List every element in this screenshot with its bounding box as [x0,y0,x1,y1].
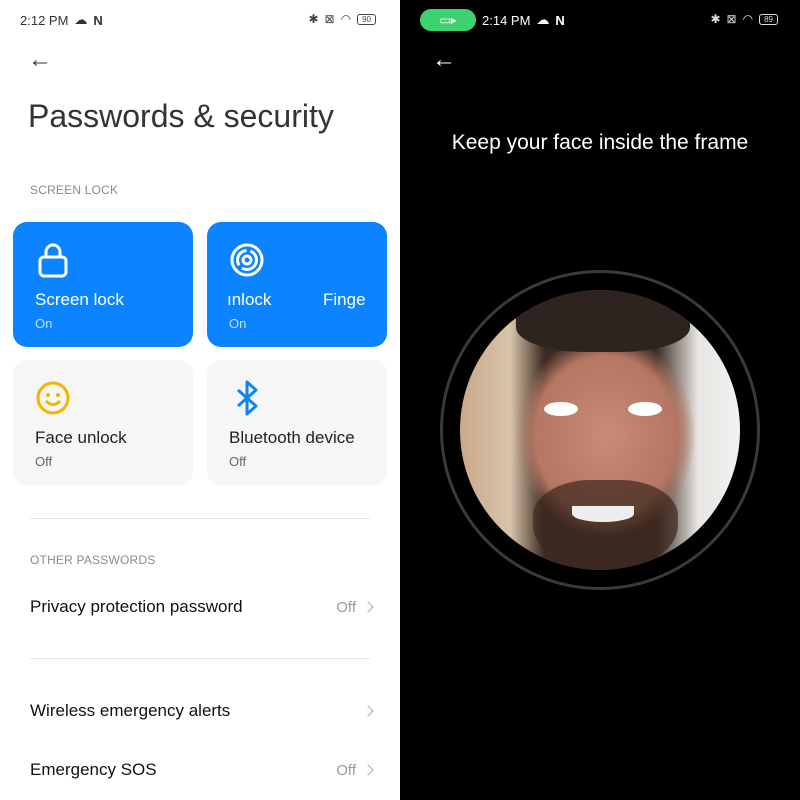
face-enrollment-screen: ▭▸ 2:14 PM ☁ N ✱ ⊠ ◠ 89 ← Keep your face… [400,0,800,800]
status-bar: 2:12 PM ☁ N [20,12,103,28]
status-icons: ✱ ⊠ ◠ 90 [308,12,376,26]
row-value: Off [336,761,356,779]
row-value: Off [336,598,356,616]
card-label: ınlock [227,290,272,309]
battery-icon: 89 [759,13,778,25]
card-label-secondary: Finge [323,290,366,309]
card-label: Bluetooth device [229,428,355,447]
status-time: 2:14 PM [482,12,531,28]
bluetooth-status-icon: ✱ [710,12,721,26]
status-bar: ▭▸ 2:14 PM ☁ N [420,9,565,31]
smiley-face-icon [36,381,70,415]
screen-recording-pill[interactable]: ▭▸ [420,9,476,31]
preview-eye [628,402,662,416]
back-arrow-icon[interactable]: ← [28,48,52,72]
divider [30,518,370,519]
card-label: Face unlock [35,428,127,447]
preview-hair [516,290,690,352]
section-header-screen-lock: SCREEN LOCK [30,183,119,197]
lock-icon [38,243,68,278]
back-arrow-icon[interactable]: ← [432,48,456,72]
screen-lock-card[interactable]: Screen lock On [13,222,193,347]
cloud-icon: ☁ [536,12,550,27]
camera-preview [460,290,740,570]
row-label: Privacy protection password [30,597,243,616]
instruction-text: Keep your face inside the frame [451,131,749,154]
bluetooth-icon [237,380,258,416]
wireless-emergency-alerts-row[interactable]: Wireless emergency alerts [30,701,374,721]
notification-n-icon: N [555,12,565,28]
privacy-protection-password-row[interactable]: Privacy protection password Off [30,597,374,617]
chevron-right-icon [362,764,374,776]
passwords-security-screen: 2:12 PM ☁ N ✱ ⊠ ◠ 90 ← Passwords & secur… [0,0,400,800]
page-title: Passwords & security [28,98,334,134]
face-unlock-card[interactable]: Face unlock Off [13,360,193,485]
no-sim-icon: ⊠ [324,12,335,26]
card-status: On [229,316,247,331]
bluetooth-status-icon: ✱ [308,12,319,26]
fingerprint-icon [230,243,264,277]
chevron-right-icon [362,601,374,613]
preview-eye [544,402,578,416]
fingerprint-unlock-card[interactable]: ınlock Finge On [207,222,387,347]
row-label: Emergency SOS [30,760,157,779]
wifi-icon: ◠ [742,12,754,26]
card-status: Off [229,454,247,469]
wifi-icon: ◠ [340,12,352,26]
preview-beard [532,480,679,570]
status-time: 2:12 PM [20,12,69,28]
emergency-sos-row[interactable]: Emergency SOS Off [30,760,374,780]
card-status: Off [35,454,53,469]
status-icons: ✱ ⊠ ◠ 89 [710,12,778,26]
notification-n-icon: N [93,12,103,28]
row-label: Wireless emergency alerts [30,701,231,720]
divider [30,658,370,659]
card-status: On [35,316,53,331]
section-header-other-passwords: OTHER PASSWORDS [30,553,156,567]
cloud-icon: ☁ [74,12,88,27]
video-camera-icon: ▭▸ [439,13,457,27]
chevron-right-icon [362,705,374,717]
bluetooth-device-card[interactable]: Bluetooth device Off [207,360,387,485]
card-label: Screen lock [35,290,124,309]
no-sim-icon: ⊠ [726,12,737,26]
battery-icon: 90 [357,13,376,25]
